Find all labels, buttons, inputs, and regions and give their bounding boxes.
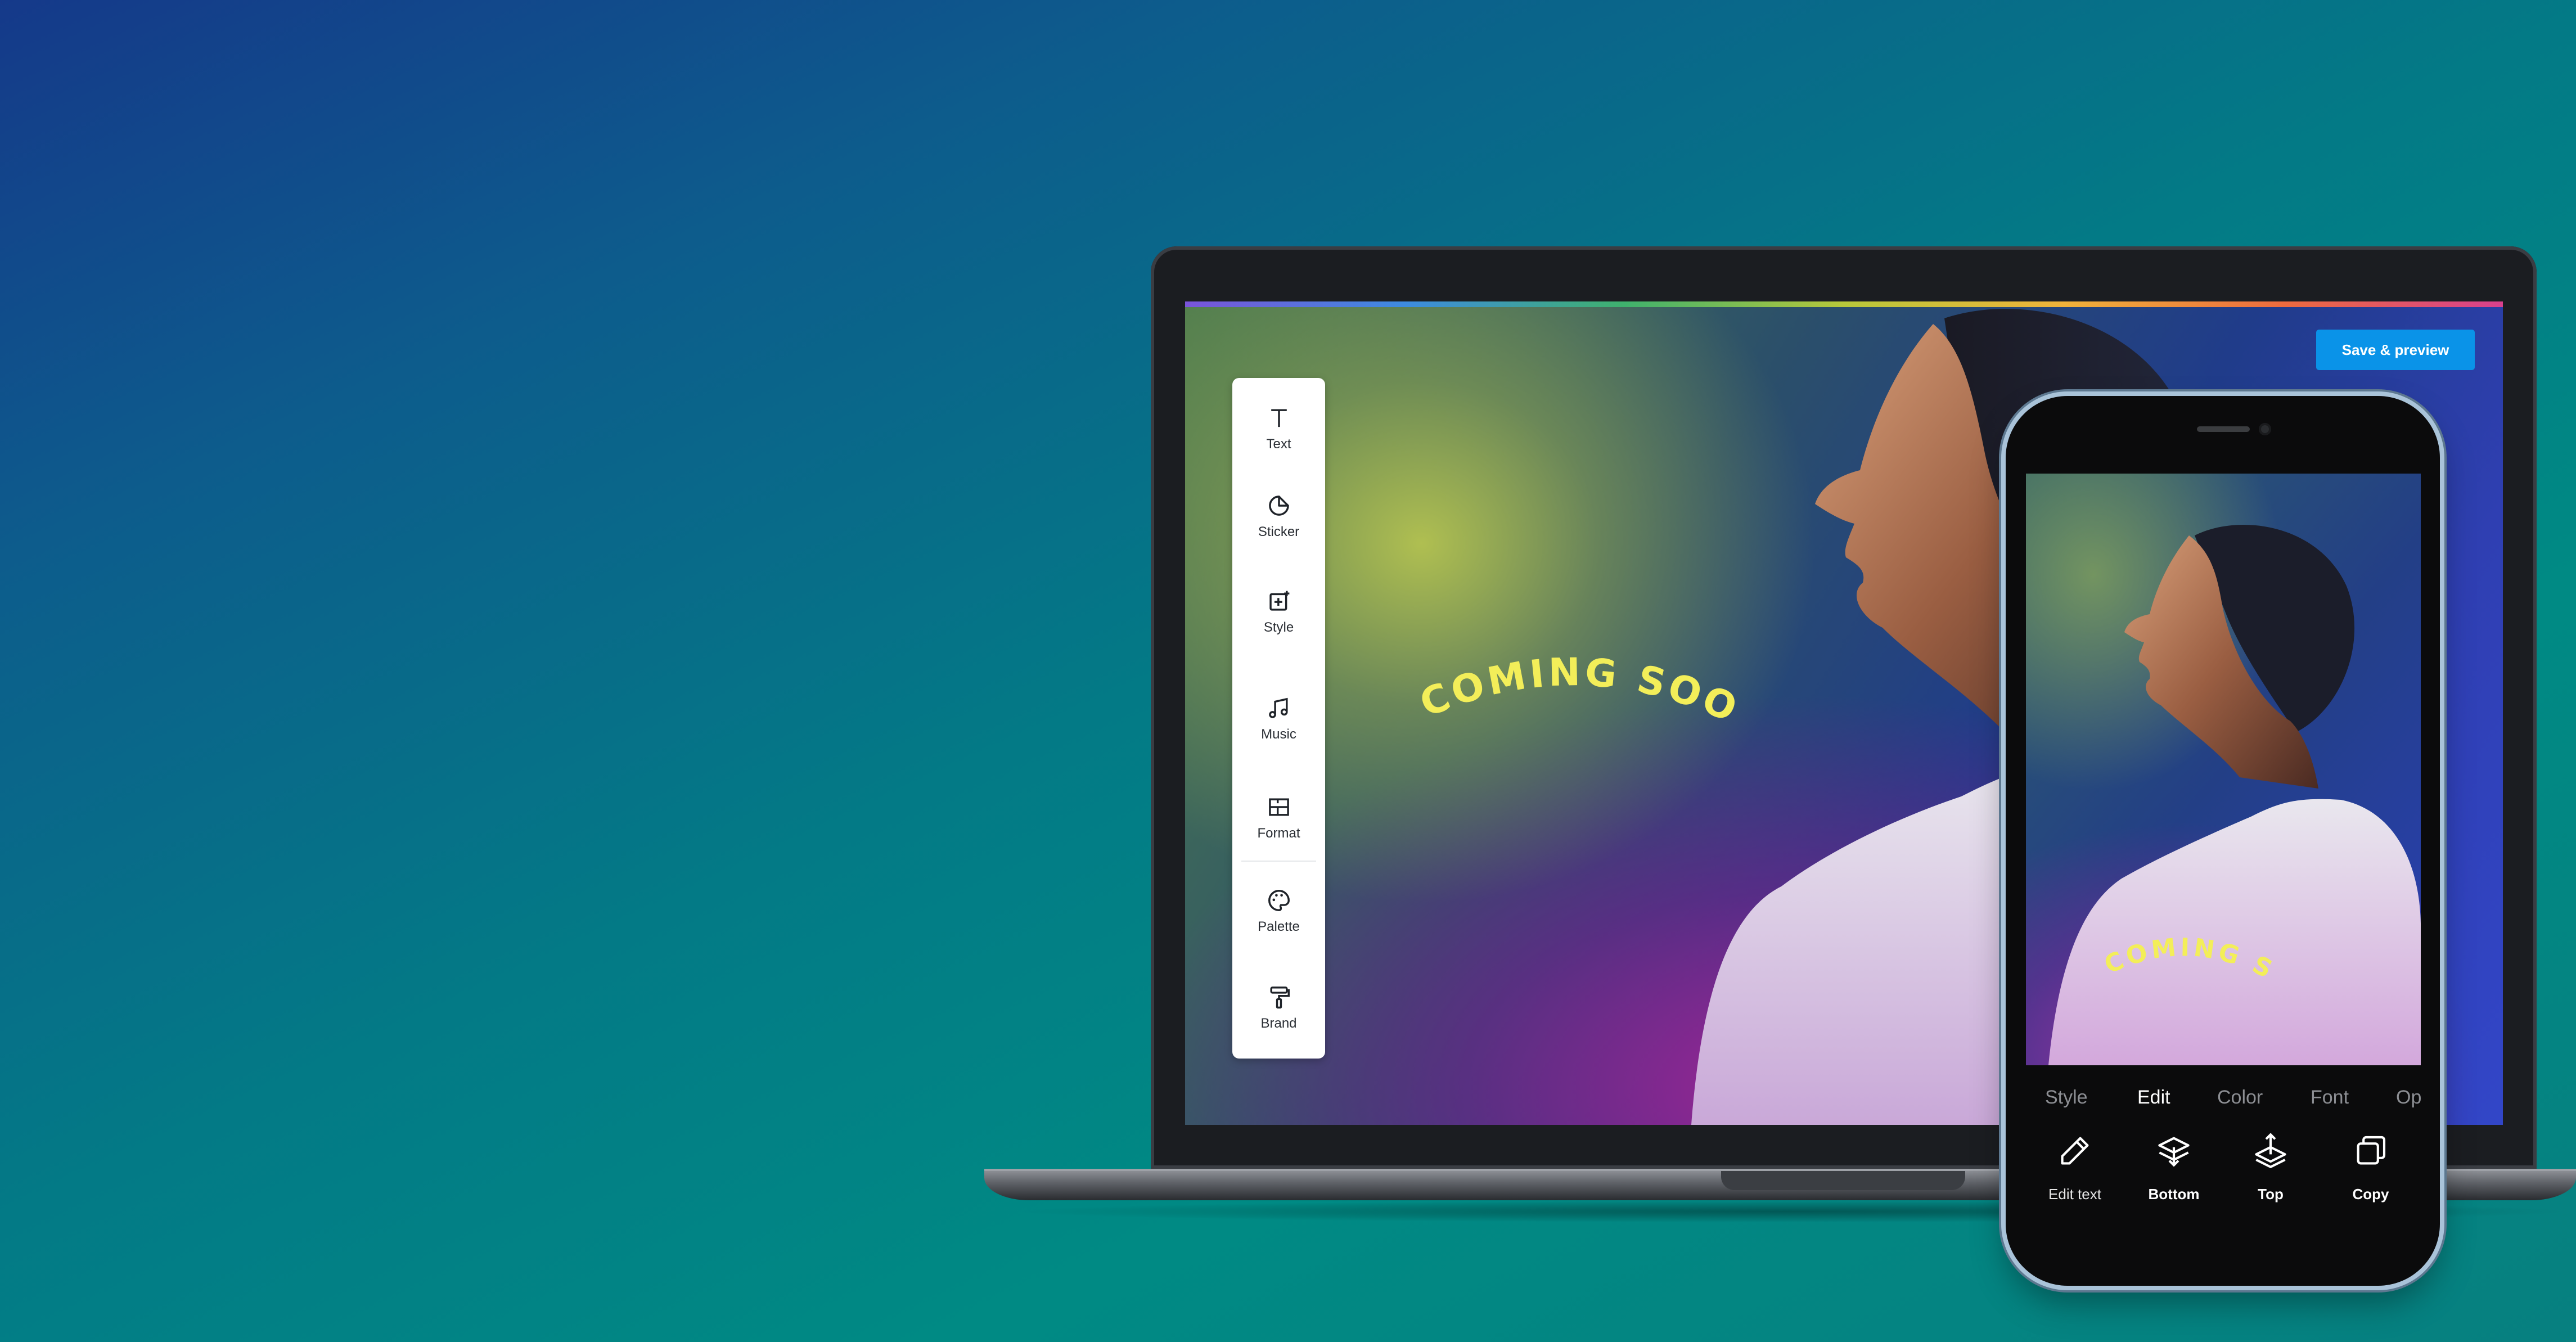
tab-style[interactable]: Style: [2045, 1087, 2088, 1109]
copy-icon: [2357, 1136, 2386, 1165]
phone-speaker: [2197, 426, 2250, 432]
brand-icon: [1269, 987, 1290, 1009]
toolbar-divider: [1241, 861, 1316, 862]
bring-to-top-button[interactable]: Top: [2228, 1133, 2313, 1223]
copy-button[interactable]: Copy: [2329, 1133, 2413, 1223]
action-label: Bottom: [2148, 1186, 2200, 1203]
toolbar-label: Style: [1263, 620, 1294, 635]
laptop-trackpad-notch: [1721, 1171, 1965, 1190]
layer-top-icon: [2255, 1133, 2286, 1168]
toolbar-label: Palette: [1258, 919, 1300, 934]
toolbar-item-brand[interactable]: Brand: [1232, 974, 1325, 1042]
format-icon: [1268, 798, 1289, 816]
action-label: Copy: [2352, 1186, 2389, 1203]
tab-options[interactable]: Op: [2396, 1087, 2421, 1109]
toolbar-item-palette[interactable]: Palette: [1232, 877, 1325, 945]
editor-toolbar: Text Sticker Style Music Format Palette …: [1232, 378, 1325, 1059]
tab-color[interactable]: Color: [2217, 1087, 2263, 1109]
tab-font[interactable]: Font: [2311, 1087, 2349, 1109]
sticker-icon: [1268, 496, 1289, 516]
toolbar-item-sticker[interactable]: Sticker: [1232, 483, 1325, 550]
phone-preview-image: COMING SOON: [2026, 474, 2421, 1065]
phone-device: COMING SOON Style Edit Color Font Op Edi…: [2006, 396, 2440, 1286]
phone-action-bar: Edit text Bottom Top Copy: [2026, 1133, 2421, 1223]
save-preview-button[interactable]: Save & preview: [2316, 330, 2475, 370]
coming-soon-banner[interactable]: COMING SOON: [2026, 474, 2421, 1065]
toolbar-label: Text: [1266, 436, 1291, 452]
toolbar-label: Format: [1257, 826, 1300, 841]
phone-tab-bar: Style Edit Color Font Op: [2026, 1087, 2421, 1115]
toolbar-label: Brand: [1260, 1016, 1297, 1031]
tab-edit[interactable]: Edit: [2137, 1087, 2170, 1109]
toolbar-item-text[interactable]: Text: [1232, 395, 1325, 462]
style-icon: [1269, 591, 1289, 611]
action-label: Edit text: [2048, 1186, 2101, 1203]
music-icon: [1268, 697, 1288, 718]
action-label: Top: [2258, 1186, 2284, 1203]
send-to-bottom-button[interactable]: Bottom: [2132, 1133, 2216, 1223]
coming-soon-text: COMING SOON: [2026, 474, 2276, 985]
edit-text-button[interactable]: Edit text: [2033, 1133, 2117, 1223]
toolbar-item-format[interactable]: Format: [1232, 784, 1325, 852]
svg-text:COMING SOON: COMING SOON: [2026, 474, 2280, 985]
toolbar-item-music[interactable]: Music: [1232, 685, 1325, 753]
pencil-icon: [2061, 1137, 2089, 1165]
toolbar-item-style[interactable]: Style: [1232, 578, 1325, 646]
toolbar-label: Sticker: [1258, 524, 1300, 539]
layer-bottom-icon: [2158, 1137, 2190, 1167]
palette-icon: [1268, 890, 1290, 911]
text-icon: [1271, 409, 1287, 427]
toolbar-label: Music: [1261, 727, 1296, 742]
phone-camera: [2259, 423, 2271, 435]
